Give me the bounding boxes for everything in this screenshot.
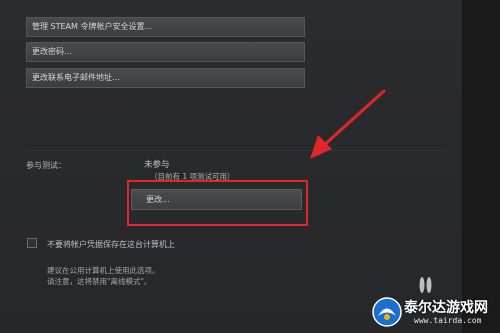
- manage-steam-guard-button[interactable]: 管理 STEAM 令牌帐户安全设置...: [26, 17, 305, 37]
- public-computer-hint: 建议在公用计算机上使用此选项。: [47, 266, 160, 275]
- offline-mode-warning: 请注意，这将禁用"离线模式"。: [47, 277, 152, 286]
- dont-save-credentials-checkbox[interactable]: [27, 238, 37, 248]
- site-watermark: 泰尔达游戏网 www.tairda.com: [372, 293, 500, 333]
- beta-participation-label: 参与测试：: [26, 161, 66, 170]
- settings-panel: 管理 STEAM 令牌帐户安全设置... 更改密码... 更改联系电子邮件地址.…: [0, 0, 462, 333]
- annotation-arrow-icon: [310, 89, 386, 159]
- watermark-logo-icon: [372, 297, 402, 327]
- annotation-highlight-box: [127, 180, 308, 226]
- change-email-button[interactable]: 更改联系电子邮件地址...: [26, 68, 305, 88]
- right-background-strip: [462, 0, 500, 333]
- change-password-button[interactable]: 更改密码...: [26, 42, 305, 62]
- dont-save-credentials-label[interactable]: 不要将帐户凭据保存在这台计算机上: [47, 239, 175, 250]
- beta-status-text: 未参与: [144, 160, 170, 170]
- watermark-name: 泰尔达游戏网: [404, 300, 488, 316]
- watermark-url: www.tairda.com: [414, 316, 482, 325]
